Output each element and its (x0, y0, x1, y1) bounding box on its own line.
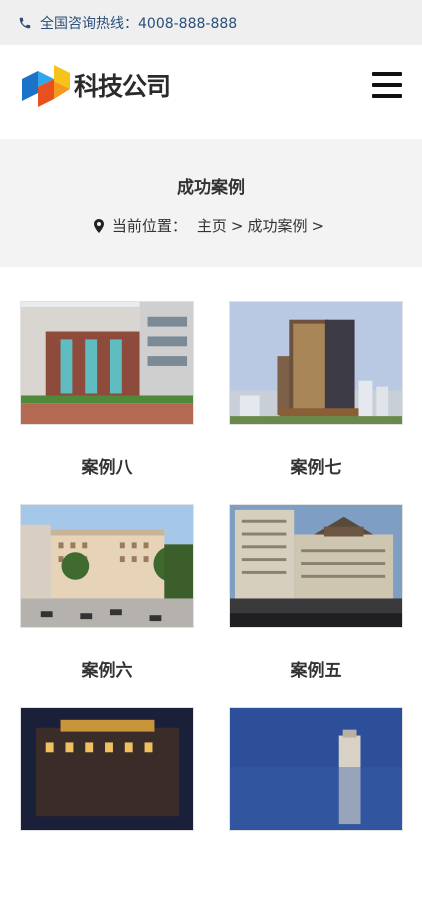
case-title[interactable]: 案例五 (229, 656, 403, 681)
case-card[interactable]: 案例六 (20, 504, 194, 707)
case-title[interactable]: 案例七 (229, 453, 403, 478)
breadcrumb-label: 当前位置： (111, 217, 187, 235)
menu-icon[interactable] (372, 72, 402, 98)
breadcrumb: 当前位置： 主页 > 成功案例 > (0, 215, 422, 236)
company-logo[interactable]: 科技公司 (20, 59, 171, 111)
case-thumbnail[interactable] (229, 707, 403, 831)
breadcrumb-separator: > (311, 216, 325, 235)
phone-icon (19, 17, 31, 28)
case-card[interactable]: 案例五 (229, 504, 403, 707)
case-card[interactable] (20, 707, 194, 910)
case-thumbnail[interactable] (20, 707, 194, 831)
case-thumbnail[interactable] (229, 301, 403, 425)
case-card[interactable] (229, 707, 403, 910)
case-card[interactable]: 案例八 (20, 301, 194, 504)
case-card[interactable]: 案例七 (229, 301, 403, 504)
page-title: 成功案例 (177, 178, 245, 198)
hotline-text: 全国咨询热线：4008-888-888 (40, 15, 238, 32)
site-header: 科技公司 (0, 45, 422, 125)
menu-bar (372, 72, 402, 76)
logo-text: 科技公司 (74, 72, 171, 101)
case-thumbnail[interactable] (20, 504, 194, 628)
case-title[interactable]: 案例八 (20, 453, 194, 478)
page-banner: 成功案例 当前位置： 主页 > 成功案例 > (0, 139, 422, 267)
location-pin-icon (93, 218, 104, 233)
case-thumbnail[interactable] (229, 504, 403, 628)
logo-mark-icon (22, 65, 70, 107)
top-bar: 全国咨询热线：4008-888-888 (0, 0, 422, 45)
breadcrumb-home-link[interactable]: 主页 (197, 215, 227, 236)
case-title[interactable]: 案例六 (20, 656, 194, 681)
breadcrumb-current-link[interactable]: 成功案例 (248, 215, 308, 236)
breadcrumb-separator: > (230, 216, 244, 235)
case-grid: 案例八 案例七 案例六 案例五 (0, 267, 422, 910)
menu-bar (372, 94, 402, 98)
menu-bar (372, 83, 402, 87)
case-thumbnail[interactable] (20, 301, 194, 425)
